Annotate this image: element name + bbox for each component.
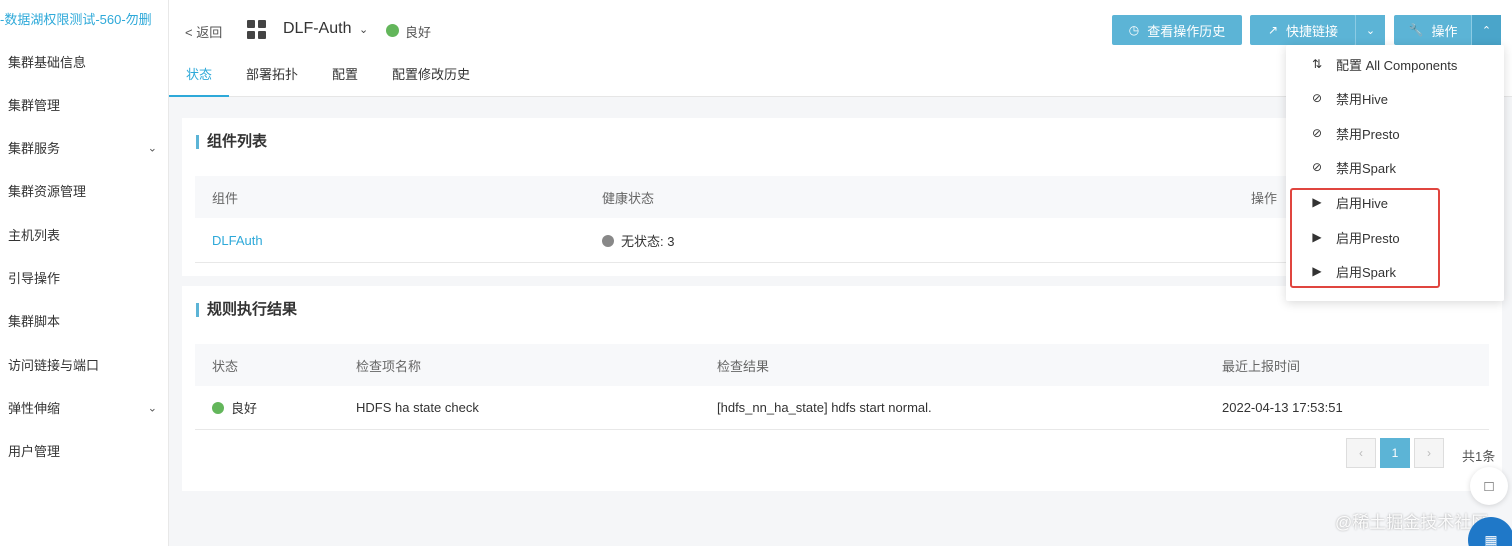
ban-icon: ⊘ (1311, 160, 1323, 174)
page-number[interactable]: 1 (1380, 438, 1410, 468)
ban-icon: ⊘ (1311, 126, 1323, 140)
sidebar-item-autoscaling[interactable]: 弹性伸缩 ⌄ (0, 386, 169, 429)
sidebar-item-label: 集群脚本 (8, 314, 61, 329)
sidebar-item-scripts[interactable]: 集群脚本 (0, 299, 169, 342)
clock-icon: ◷ (1128, 23, 1140, 37)
watermark: @稀土掘金技术社区 (1335, 513, 1489, 532)
tab-topology[interactable]: 部署拓扑 (229, 58, 315, 97)
chevron-left-icon: ‹ (1359, 446, 1363, 460)
status-dot-neutral (602, 234, 614, 247)
external-link-icon: ↗ (1267, 23, 1279, 37)
tab-config[interactable]: 配置 (315, 58, 375, 97)
next-page-button[interactable]: › (1414, 438, 1444, 468)
health-status-text: 无状态: 3 (621, 234, 675, 249)
cluster-title: -数据湖权限测试-560-勿删 (0, 12, 152, 27)
tab-config-history[interactable]: 配置修改历史 (375, 58, 487, 97)
menu-item-config-all[interactable]: ⇅ 配置 All Components (1286, 47, 1504, 81)
health-status: 无状态: 3 (602, 219, 674, 262)
rule-status-text: 良好 (231, 401, 258, 416)
chevron-down-icon: ⌄ (147, 402, 157, 414)
menu-item-label: 禁用Hive (1336, 91, 1389, 107)
menu-item-label: 禁用Spark (1336, 160, 1396, 176)
quick-link-dropdown-toggle[interactable]: ⌄ (1355, 15, 1385, 45)
tab-status[interactable]: 状态 (169, 58, 230, 97)
column-header: 操作 (1251, 190, 1278, 206)
chevron-right-icon: › (1427, 446, 1431, 460)
service-name[interactable]: DLF-Auth (283, 20, 351, 38)
sidebar-item-access-links[interactable]: 访问链接与端口 (0, 343, 169, 386)
rule-status: 良好 (212, 386, 257, 429)
table-row: 良好 HDFS ha state check [hdfs_nn_ha_state… (195, 386, 1489, 430)
back-link[interactable]: < 返回 (185, 22, 222, 41)
chevron-down-icon: ⌄ (1365, 24, 1376, 37)
section-title: 组件列表 (196, 134, 267, 149)
component-link[interactable]: DLFAuth (212, 219, 263, 262)
column-header: 最近上报时间 (1222, 358, 1301, 374)
menu-item-disable-presto[interactable]: ⊘ 禁用Presto (1286, 116, 1504, 150)
column-header: 健康状态 (602, 190, 655, 206)
sidebar-item-label: 访问链接与端口 (8, 358, 100, 373)
sliders-icon: ⇅ (1311, 57, 1323, 71)
quick-link-button[interactable]: ↗ 快捷链接 (1250, 15, 1356, 45)
rule-result: [hdfs_nn_ha_state] hdfs start normal. (717, 400, 932, 415)
sidebar: -数据湖权限测试-560-勿删 集群基础信息 集群管理 集群服务 ⌄ 集群资源管理… (0, 0, 169, 546)
menu-item-disable-hive[interactable]: ⊘ 禁用Hive (1286, 81, 1504, 115)
menu-item-disable-spark[interactable]: ⊘ 禁用Spark (1286, 150, 1504, 184)
prev-page-button[interactable]: ‹ (1346, 438, 1376, 468)
status-dot-good (386, 24, 399, 37)
sidebar-item-cluster-management[interactable]: 集群管理 (0, 83, 169, 126)
sidebar-item-label: 集群资源管理 (8, 184, 87, 199)
rule-time: 2022-04-13 17:53:51 (1222, 400, 1343, 415)
menu-item-label: 配置 All Components (1336, 57, 1458, 73)
service-status: 良好 (405, 25, 432, 40)
button-label: 快捷链接 (1286, 23, 1339, 39)
column-header: 检查结果 (717, 358, 770, 374)
sidebar-item-bootstrap[interactable]: 引导操作 (0, 256, 169, 299)
sidebar-item-resource-management[interactable]: 集群资源管理 (0, 169, 169, 212)
operate-dropdown-toggle[interactable]: ⌃ (1471, 15, 1501, 45)
column-header: 状态 (212, 358, 239, 374)
tab-bar: 状态 部署拓扑 配置 配置修改历史 (169, 58, 487, 97)
sidebar-item-host-list[interactable]: 主机列表 (0, 213, 169, 256)
annotation-highlight-box (1290, 188, 1440, 288)
ban-icon: ⊘ (1311, 91, 1323, 105)
sidebar-item-label: 集群服务 (8, 141, 61, 156)
operation-history-button[interactable]: ◷ 查看操作历史 (1112, 15, 1242, 45)
apps-grid-icon (247, 20, 267, 40)
button-label: 查看操作历史 (1147, 23, 1226, 39)
total-count: 共1条 (1462, 449, 1496, 464)
sidebar-item-label: 引导操作 (8, 271, 61, 286)
sidebar-item-user-management[interactable]: 用户管理 (0, 429, 169, 472)
sidebar-item-label: 用户管理 (8, 444, 61, 459)
section-title: 规则执行结果 (196, 302, 297, 317)
sidebar-item-label: 集群管理 (8, 98, 61, 113)
sidebar-item-basic-info[interactable]: 集群基础信息 (0, 40, 169, 83)
sidebar-item-label: 主机列表 (8, 228, 61, 243)
menu-item-label: 禁用Presto (1336, 126, 1400, 142)
chevron-up-icon: ⌃ (1481, 24, 1492, 37)
status-dot-good (212, 401, 224, 414)
button-label: 操作 (1431, 23, 1458, 39)
sidebar-item-cluster-services[interactable]: 集群服务 ⌄ (0, 126, 169, 169)
operate-button[interactable]: 🔧 操作 (1394, 15, 1472, 45)
wrench-icon: 🔧 (1408, 23, 1424, 37)
rule-results-card: 规则执行结果 状态 检查项名称 检查结果 最近上报时间 良好 HDFS ha s… (182, 286, 1502, 491)
rule-name: HDFS ha state check (356, 400, 479, 415)
sidebar-item-label: 弹性伸缩 (8, 401, 61, 416)
column-header: 组件 (212, 190, 239, 206)
table-header: 状态 检查项名称 检查结果 最近上报时间 (195, 344, 1489, 386)
chat-icon[interactable]: □ (1470, 467, 1508, 505)
sidebar-item-label: 集群基础信息 (8, 55, 87, 70)
chevron-down-icon[interactable]: ⌄ (359, 23, 368, 36)
chevron-down-icon: ⌄ (147, 142, 157, 154)
column-header: 检查项名称 (356, 358, 422, 374)
